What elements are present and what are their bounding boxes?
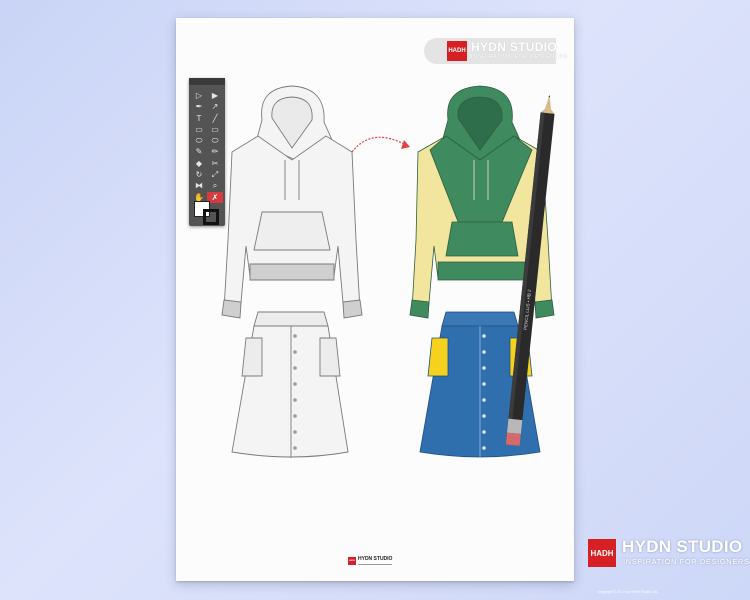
zoom-tool-icon[interactable]: ⌕ [207,180,223,191]
tools-panel-header[interactable] [189,78,225,85]
eraser-tool-icon[interactable]: ◆ [191,158,207,169]
direct-selection-tool-icon[interactable]: ▶ [207,90,223,101]
brand-logo: HADH [588,539,616,567]
rectangle-tool-icon[interactable]: ▭ [191,124,207,135]
footer-divider [358,564,392,565]
stroke-color-swatch[interactable] [203,209,219,225]
scissors-tool-icon[interactable]: ✂ [207,158,223,169]
hoodie-flat-sketch [221,85,363,319]
skirt-flat-sketch [231,311,349,458]
selection-tool-icon[interactable]: ▷ [191,90,207,101]
brand-title: HYDN STUDIO [622,537,743,556]
tools-panel[interactable]: ▷ ▶ ✒ ↗ T ╱ ▭ ▭ ⬭ ⬭ ✎ ✏ ◆ ✂ ↻ ⤢ ⧓ ⌕ ✋ ✗ [189,78,225,226]
pencil-tool-icon[interactable]: ✏ [207,146,223,157]
width-tool-icon[interactable]: ⧓ [191,180,207,191]
curvature-tool-icon[interactable]: ↗ [207,101,223,112]
footer-title: HYDN STUDIO [358,556,393,562]
tools-grid: ▷ ▶ ✒ ↗ T ╱ ▭ ▭ ⬭ ⬭ ✎ ✏ ◆ ✂ ↻ ⤢ ⧓ ⌕ ✋ ✗ [191,90,223,203]
scale-tool-icon[interactable]: ⤢ [207,169,223,180]
brand-subtitle: INSPIRATION FOR DESIGNERS [623,557,750,566]
curved-arrow-icon [351,136,409,153]
line-tool-icon[interactable]: ╱ [207,113,223,124]
footer-logo: HADH [348,557,356,565]
rotate-tool-icon[interactable]: ↻ [191,169,207,180]
fashion-flats-illustration: PENCIL LLIS • HB 2 [221,85,555,458]
pen-tool-icon[interactable]: ✒ [191,101,207,112]
copyright-text: copyright © 2019 by HYDN Studio Ltd. [598,590,658,594]
ellipse-tool-icon[interactable]: ⬭ [191,135,207,146]
type-tool-icon[interactable]: T [191,113,207,124]
ellipse-alt-tool-icon[interactable]: ⬭ [207,135,223,146]
paintbrush-tool-icon[interactable]: ✎ [191,146,207,157]
rectangle-alt-tool-icon[interactable]: ▭ [207,124,223,135]
